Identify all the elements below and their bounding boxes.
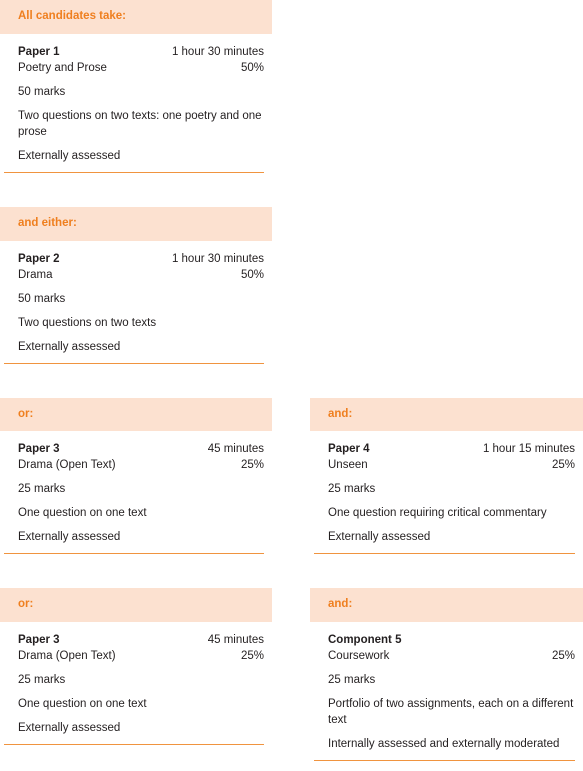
assessment-cell: or: Paper 3 45 minutes Drama (Open Text)…: [0, 588, 272, 771]
block-divider: [314, 760, 575, 762]
component-subtitle-row: Poetry and Prose 50%: [18, 60, 264, 76]
block-header: and either:: [0, 206, 272, 241]
component-subtitle: Drama (Open Text): [18, 650, 116, 663]
component-subtitle-row: Drama (Open Text) 25%: [18, 457, 264, 473]
component-weighting: 50%: [240, 61, 264, 74]
component-description: One question on one text: [18, 507, 147, 520]
component-assessment: Internally assessed and externally moder…: [328, 738, 560, 751]
component-title-row: Paper 3 45 minutes: [18, 441, 264, 457]
assessment-cell: or: Paper 3 45 minutes Drama (Open Text)…: [0, 397, 272, 565]
assessment-block: or: Paper 3 45 minutes Drama (Open Text)…: [0, 588, 272, 755]
component-description: Portfolio of two assignments, each on a …: [328, 698, 574, 727]
block-header: or:: [0, 397, 272, 432]
component-weighting: 25%: [240, 650, 264, 663]
component-duration: 1 hour 30 minutes: [171, 45, 264, 58]
component-assessment: Externally assessed: [18, 149, 121, 162]
block-divider: [4, 553, 264, 555]
component-duration: 1 hour 30 minutes: [171, 252, 264, 265]
component-description: Two questions on two texts: one poetry a…: [18, 109, 262, 138]
component-title: Paper 3: [18, 443, 60, 456]
component-subtitle: Coursework: [328, 650, 390, 663]
component-title: Paper 2: [18, 252, 60, 265]
block-divider: [314, 553, 575, 555]
component-subtitle-row: Coursework 25%: [328, 648, 575, 664]
component-title-row: Paper 3 45 minutes: [18, 632, 264, 648]
block-header-label: All candidates take:: [18, 10, 127, 22]
block-header-label: and:: [328, 598, 353, 611]
component-duration: 1 hour 15 minutes: [482, 443, 575, 456]
block-body: Component 5 Coursework 25% 25 marks Port…: [310, 622, 583, 752]
component-title: Component 5: [328, 634, 402, 647]
component-marks: 25 marks: [18, 674, 66, 687]
assessment-cell: and: Paper 4 1 hour 15 minutes Unseen 25…: [310, 397, 583, 565]
assessment-block: or: Paper 3 45 minutes Drama (Open Text)…: [0, 397, 272, 565]
assessment-cell: and: Component 5 Coursework 25% 25 marks…: [310, 588, 583, 771]
row-spacer: [0, 183, 272, 207]
row-spacer: [0, 564, 272, 588]
component-subtitle: Unseen: [328, 459, 368, 472]
block-divider: [4, 744, 264, 746]
component-assessment: Externally assessed: [328, 531, 431, 544]
block-divider: [4, 362, 264, 364]
assessment-block: and: Component 5 Coursework 25% 25 marks…: [310, 588, 583, 771]
block-divider: [4, 171, 264, 173]
component-weighting: 50%: [240, 268, 264, 281]
component-marks: 25 marks: [18, 483, 66, 496]
component-title-row: Paper 2 1 hour 30 minutes: [18, 251, 264, 267]
block-body: Paper 1 1 hour 30 minutes Poetry and Pro…: [0, 34, 272, 164]
component-subtitle: Drama (Open Text): [18, 459, 116, 472]
component-weighting: 25%: [240, 459, 264, 472]
component-description: One question requiring critical commenta…: [328, 507, 547, 520]
component-assessment: Externally assessed: [18, 722, 121, 735]
component-subtitle: Drama: [18, 268, 53, 281]
block-header-label: or:: [18, 407, 34, 420]
component-marks: 25 marks: [328, 674, 376, 687]
component-subtitle-row: Unseen 25%: [328, 457, 575, 473]
component-duration: 45 minutes: [207, 634, 264, 647]
component-subtitle-row: Drama 50%: [18, 267, 264, 283]
component-weighting: 25%: [551, 459, 575, 472]
component-title-row: Component 5: [328, 632, 575, 648]
assessment-grid: All candidates take: Paper 1 1 hour 30 m…: [0, 0, 583, 771]
component-marks: 25 marks: [328, 483, 376, 496]
block-header: or:: [0, 588, 272, 623]
block-body: Paper 3 45 minutes Drama (Open Text) 25%…: [0, 622, 272, 736]
assessment-cell: All candidates take: Paper 1 1 hour 30 m…: [0, 0, 272, 183]
component-title: Paper 3: [18, 634, 60, 647]
component-description: One question on one text: [18, 698, 147, 711]
block-header: and:: [310, 397, 583, 432]
assessment-cell: and either: Paper 2 1 hour 30 minutes Dr…: [0, 206, 272, 374]
component-weighting: 25%: [551, 650, 575, 663]
component-description: Two questions on two texts: [18, 316, 157, 329]
component-assessment: Externally assessed: [18, 531, 121, 544]
assessment-block: and: Paper 4 1 hour 15 minutes Unseen 25…: [310, 397, 583, 565]
block-header: and:: [310, 588, 583, 623]
assessment-block: All candidates take: Paper 1 1 hour 30 m…: [0, 0, 272, 183]
assessment-block: and either: Paper 2 1 hour 30 minutes Dr…: [0, 206, 272, 374]
component-title-row: Paper 1 1 hour 30 minutes: [18, 44, 264, 60]
block-body: Paper 4 1 hour 15 minutes Unseen 25% 25 …: [310, 431, 583, 545]
component-subtitle: Poetry and Prose: [18, 61, 107, 74]
component-marks: 50 marks: [18, 292, 66, 305]
block-body: Paper 3 45 minutes Drama (Open Text) 25%…: [0, 431, 272, 545]
component-title-row: Paper 4 1 hour 15 minutes: [328, 441, 575, 457]
component-assessment: Externally assessed: [18, 340, 121, 353]
assessment-structure-sheet: All candidates take: Paper 1 1 hour 30 m…: [0, 0, 583, 762]
block-header-label: or:: [18, 598, 34, 611]
block-header: All candidates take:: [0, 0, 272, 34]
component-duration: 45 minutes: [207, 443, 264, 456]
block-header-label: and:: [328, 407, 353, 420]
component-title: Paper 1: [18, 45, 60, 58]
block-header-label: and either:: [18, 216, 77, 229]
row-spacer: [0, 374, 272, 398]
component-marks: 50 marks: [18, 85, 66, 98]
component-title: Paper 4: [328, 443, 370, 456]
component-subtitle-row: Drama (Open Text) 25%: [18, 648, 264, 664]
block-body: Paper 2 1 hour 30 minutes Drama 50% 50 m…: [0, 241, 272, 355]
